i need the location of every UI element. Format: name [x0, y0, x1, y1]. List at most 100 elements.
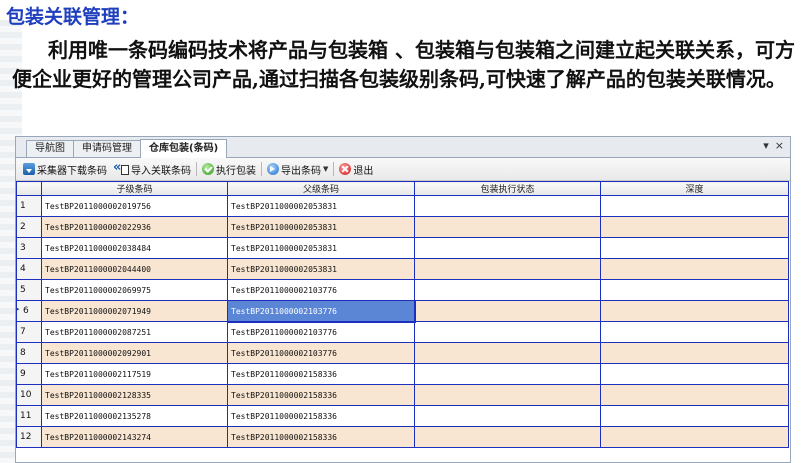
data-grid: 子级条码 父级条码 包装执行状态 深度 1 TestBP201100000201…	[16, 181, 789, 448]
table-row[interactable]: 5 TestBP2011000002069975 TestBP201100000…	[16, 279, 789, 301]
toolbar-separator	[261, 162, 262, 176]
child-code-cell[interactable]: TestBP2011000002135278	[41, 405, 228, 427]
row-number: 9	[16, 363, 42, 385]
depth-cell[interactable]	[600, 405, 789, 427]
doc-paragraph: 利用唯一条码编码技术将产品与包装箱 、包装箱与包装箱之间建立起关联关系，可方便企…	[12, 38, 795, 91]
table-row[interactable]: 3 TestBP2011000002038484 TestBP201100000…	[16, 237, 789, 259]
data-grid-container[interactable]: 子级条码 父级条码 包装执行状态 深度 1 TestBP201100000201…	[16, 181, 790, 462]
tab-code-application[interactable]: 申请码管理	[73, 140, 141, 157]
close-icon	[339, 163, 352, 175]
status-cell[interactable]	[414, 279, 601, 301]
parent-code-cell[interactable]: TestBP2011000002158336	[227, 405, 415, 427]
row-number-header	[16, 181, 42, 196]
run-packaging-button[interactable]: 执行包装	[199, 162, 259, 177]
row-number: 11	[16, 405, 42, 427]
depth-cell[interactable]	[600, 384, 789, 406]
depth-cell[interactable]	[600, 426, 789, 448]
row-number: 5	[16, 279, 42, 301]
depth-cell[interactable]	[600, 321, 789, 343]
download-codes-label: 采集器下载条码	[37, 165, 107, 177]
column-header-status[interactable]: 包装执行状态	[414, 181, 601, 196]
import-codes-label: 导入关联条码	[131, 165, 191, 177]
table-row[interactable]: 12 TestBP2011000002143274 TestBP20110000…	[16, 426, 789, 448]
status-cell[interactable]	[414, 342, 601, 364]
status-cell[interactable]	[414, 300, 601, 322]
child-code-cell[interactable]: TestBP2011000002038484	[41, 237, 228, 259]
parent-code-cell[interactable]: TestBP2011000002053831	[227, 216, 415, 238]
toolbar-separator	[333, 162, 335, 176]
import-codes-button[interactable]: 导入关联条码	[110, 160, 194, 177]
toolbar: 采集器下载条码 导入关联条码 执行包装 导出条码 ▼ 退出	[16, 158, 790, 181]
tab-controls: ▾ ×	[763, 139, 784, 152]
table-row-current[interactable]: 6 TestBP2011000002071949 TestBP201100000…	[16, 299, 789, 323]
status-cell[interactable]	[414, 237, 601, 259]
parent-code-cell-selected[interactable]: TestBP2011000002103776	[226, 299, 416, 323]
tab-bar: 导航图 申请码管理 仓库包装(条码) ▾ ×	[16, 137, 790, 158]
status-cell[interactable]	[414, 216, 601, 238]
child-code-cell[interactable]: TestBP2011000002069975	[41, 279, 228, 301]
app-window: 导航图 申请码管理 仓库包装(条码) ▾ × 采集器下载条码 导入关联条码 执行…	[15, 136, 791, 463]
parent-code-cell[interactable]: TestBP2011000002053831	[227, 258, 415, 280]
depth-cell[interactable]	[600, 279, 789, 301]
child-code-cell[interactable]: TestBP2011000002044400	[41, 258, 228, 280]
row-number: 6	[16, 300, 42, 322]
status-cell[interactable]	[414, 363, 601, 385]
tab-close-icon[interactable]: ×	[775, 139, 784, 152]
status-cell[interactable]	[414, 321, 601, 343]
import-icon	[113, 160, 129, 175]
table-row[interactable]: 1 TestBP2011000002019756 TestBP201100000…	[16, 195, 789, 217]
status-cell[interactable]	[414, 405, 601, 427]
status-cell[interactable]	[414, 258, 601, 280]
download-codes-button[interactable]: 采集器下载条码	[20, 162, 110, 177]
table-row[interactable]: 8 TestBP2011000002092901 TestBP201100000…	[16, 342, 789, 364]
doc-title: 包装关联管理：	[6, 6, 140, 28]
child-code-cell[interactable]: TestBP2011000002087251	[41, 321, 228, 343]
parent-code-cell[interactable]: TestBP2011000002103776	[227, 342, 415, 364]
parent-code-cell[interactable]: TestBP2011000002158336	[227, 363, 415, 385]
status-cell[interactable]	[414, 426, 601, 448]
table-row[interactable]: 2 TestBP2011000002022936 TestBP201100000…	[16, 216, 789, 238]
depth-cell[interactable]	[600, 195, 789, 217]
child-code-cell[interactable]: TestBP2011000002019756	[41, 195, 228, 217]
parent-code-cell[interactable]: TestBP2011000002053831	[227, 195, 415, 217]
parent-code-cell[interactable]: TestBP2011000002103776	[227, 321, 415, 343]
parent-code-cell[interactable]: TestBP2011000002103776	[227, 279, 415, 301]
depth-cell[interactable]	[600, 237, 789, 259]
depth-cell[interactable]	[600, 342, 789, 364]
exit-button[interactable]: 退出	[336, 162, 376, 177]
row-number: 4	[16, 258, 42, 280]
depth-cell[interactable]	[600, 363, 789, 385]
depth-cell[interactable]	[600, 258, 789, 280]
status-cell[interactable]	[414, 384, 601, 406]
child-code-cell[interactable]: TestBP2011000002092901	[41, 342, 228, 364]
parent-code-cell[interactable]: TestBP2011000002053831	[227, 237, 415, 259]
parent-code-cell[interactable]: TestBP2011000002158336	[227, 384, 415, 406]
row-number: 3	[16, 237, 42, 259]
column-header-child-code[interactable]: 子级条码	[41, 181, 228, 196]
toolbar-separator	[196, 162, 197, 176]
table-row[interactable]: 10 TestBP2011000002128335 TestBP20110000…	[16, 384, 789, 406]
column-header-parent-code[interactable]: 父级条码	[227, 181, 415, 196]
depth-cell[interactable]	[600, 300, 789, 322]
tab-navigation-map[interactable]: 导航图	[26, 140, 74, 157]
table-row[interactable]: 4 TestBP2011000002044400 TestBP201100000…	[16, 258, 789, 280]
export-icon	[267, 163, 279, 175]
table-row[interactable]: 9 TestBP2011000002117519 TestBP201100000…	[16, 363, 789, 385]
column-header-depth[interactable]: 深度	[600, 181, 789, 196]
export-codes-button[interactable]: 导出条码 ▼	[264, 162, 331, 177]
row-number: 8	[16, 342, 42, 364]
child-code-cell[interactable]: TestBP2011000002117519	[41, 363, 228, 385]
run-packaging-label: 执行包装	[216, 165, 256, 177]
parent-code-cell[interactable]: TestBP2011000002158336	[227, 426, 415, 448]
depth-cell[interactable]	[600, 216, 789, 238]
tab-dropdown-icon[interactable]: ▾	[763, 139, 769, 152]
child-code-cell[interactable]: TestBP2011000002071949	[41, 300, 228, 322]
table-row[interactable]: 11 TestBP2011000002135278 TestBP20110000…	[16, 405, 789, 427]
child-code-cell[interactable]: TestBP2011000002143274	[41, 426, 228, 448]
tab-warehouse-packaging[interactable]: 仓库包装(条码)	[140, 139, 228, 158]
table-row[interactable]: 7 TestBP2011000002087251 TestBP201100000…	[16, 321, 789, 343]
status-cell[interactable]	[414, 195, 601, 217]
exit-label: 退出	[353, 165, 374, 177]
child-code-cell[interactable]: TestBP2011000002128335	[41, 384, 228, 406]
child-code-cell[interactable]: TestBP2011000002022936	[41, 216, 228, 238]
